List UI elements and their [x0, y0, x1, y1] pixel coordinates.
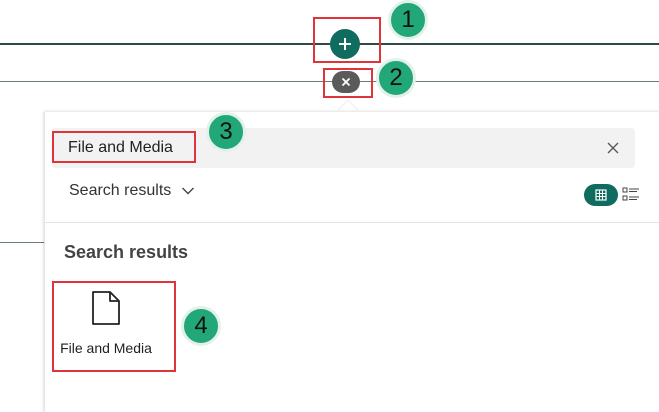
list-icon — [622, 187, 639, 201]
callout-badge-1: 1 — [388, 0, 428, 40]
callout-box-4 — [52, 281, 176, 372]
callout-badge-4: 4 — [181, 306, 221, 346]
grid-icon — [595, 189, 607, 201]
callout-box-3 — [52, 131, 196, 163]
chevron-down-icon — [182, 187, 195, 195]
section-divider-bottom — [0, 242, 44, 243]
grid-view-button[interactable] — [584, 184, 618, 206]
close-icon — [607, 142, 619, 154]
results-section-title: Search results — [64, 242, 189, 262]
callout-badge-2: 2 — [376, 58, 416, 98]
results-filter-dropdown[interactable]: Search results — [69, 180, 195, 202]
callout-badge-3: 3 — [206, 112, 246, 152]
callout-box-1 — [313, 17, 381, 63]
clear-search-button[interactable] — [603, 138, 623, 158]
callout-box-2 — [323, 68, 373, 98]
results-filter-label: Search results — [69, 182, 172, 199]
list-view-button[interactable] — [622, 186, 640, 204]
panel-divider — [44, 222, 659, 223]
